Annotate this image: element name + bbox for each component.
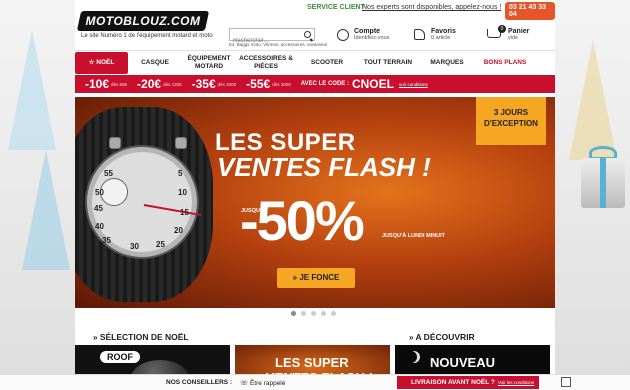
cart-link[interactable]: Panier vide xyxy=(508,28,529,41)
promo-code-label: AVEC LE CODE : xyxy=(300,81,349,87)
christmas-tree-decoration xyxy=(8,30,56,150)
promo-threshold: dès 200€ xyxy=(217,81,237,87)
section-decouvrir-label: A DÉCOUVRIR xyxy=(415,332,475,342)
section-title-decouvrir: » A DÉCOUVRIR xyxy=(409,332,475,342)
delivery-conditions-link[interactable]: Voir les conditions xyxy=(498,380,534,385)
nav-item-accessoires[interactable]: ACCESSOIRES & PIÈCES xyxy=(236,55,296,71)
advisors-label: NOS CONSEILLERS : xyxy=(166,379,233,386)
callback-link[interactable]: ☏ Être rappelé xyxy=(240,379,285,387)
external-link-icon[interactable] xyxy=(561,377,571,387)
stopwatch-hand xyxy=(143,204,202,217)
delivery-label: LIVRAISON AVANT NOËL ? xyxy=(411,379,495,386)
phone-number[interactable]: 03 21 43 33 04 xyxy=(505,2,555,20)
until-label: JUSQU'À LUNDI MINUIT xyxy=(382,233,446,239)
section-title-selection: » SÉLECTION DE NOËL xyxy=(93,332,189,342)
nav-item-casque[interactable]: CASQUE xyxy=(128,59,182,67)
carousel-dots xyxy=(291,311,336,316)
christmas-tree-decoration xyxy=(569,40,617,160)
dial-number: 20 xyxy=(174,226,183,235)
promo-amount: -10€ xyxy=(85,77,110,91)
nav-item-marques[interactable]: MARQUES xyxy=(418,59,476,67)
nav-item-tout-terrain[interactable]: TOUT TERRAIN xyxy=(358,59,418,67)
page: SERVICE CLIENT Nos experts sont disponib… xyxy=(75,0,555,390)
stopwatch-button-icon xyxy=(109,137,121,149)
cart-title: Panier xyxy=(508,28,530,35)
favorites-subtitle: 0 article xyxy=(431,35,451,41)
upto-label: JUSQU'À xyxy=(241,208,266,214)
nouveau-label: NOUVEAU xyxy=(430,355,496,370)
dial-number: 10 xyxy=(178,188,187,197)
stopwatch-subdial xyxy=(100,178,128,206)
carousel-dot[interactable] xyxy=(331,311,336,316)
promo-amount: -35€ xyxy=(191,77,216,91)
carousel-dot[interactable] xyxy=(311,311,316,316)
delivery-before-christmas-button[interactable]: LIVRAISON AVANT NOËL ? Voir les condition… xyxy=(397,376,539,389)
promo-threshold: dès 120€ xyxy=(163,81,182,87)
badge-line-2: D'EXCEPTION xyxy=(484,119,538,128)
promo-threshold: dès 60€ xyxy=(111,81,128,87)
favorites-link[interactable]: Favoris 0 article xyxy=(431,28,456,41)
account-link[interactable]: Compte Identifiez-vous xyxy=(354,28,389,41)
cart-count-badge: 0 xyxy=(498,25,506,33)
tagline: Le site Numéro 1 de l'équipement motard … xyxy=(81,33,213,39)
promo-code: CNOEL xyxy=(351,77,394,91)
service-client-link[interactable]: SERVICE CLIENT xyxy=(307,4,365,11)
dial-number: 50 xyxy=(95,188,104,197)
je-fonce-button[interactable]: » JE FONCE xyxy=(277,268,355,288)
dial-number: 55 xyxy=(104,169,113,178)
carousel-dot[interactable] xyxy=(321,311,326,316)
badge-line-1: 3 JOURS xyxy=(493,108,529,117)
main-nav: ☆ NOËL CASQUE ÉQUIPEMENT MOTARD ACCESSOI… xyxy=(75,50,555,74)
search-icon[interactable] xyxy=(304,31,311,38)
carousel-dot[interactable] xyxy=(301,311,306,316)
stopwatch-icon: 55 5 50 10 45 15 40 20 35 25 30 xyxy=(87,147,202,257)
left-background xyxy=(0,0,75,390)
chevron-right-icon: » xyxy=(93,333,98,342)
account-title: Compte xyxy=(354,28,381,35)
hero-banner[interactable]: 55 5 50 10 45 15 40 20 35 25 30 LES SUPE… xyxy=(75,97,555,308)
promo-conditions-link[interactable]: voir conditions xyxy=(399,82,428,87)
dial-number: 45 xyxy=(94,204,103,213)
user-icon[interactable] xyxy=(337,29,349,41)
dial-number: 5 xyxy=(178,169,183,178)
three-days-badge: 3 JOURS D'EXCEPTION xyxy=(476,97,546,145)
banner-subtitle: VENTES FLASH ! xyxy=(217,152,431,182)
callback-label: Être rappelé xyxy=(249,380,286,387)
dial-number: 35 xyxy=(102,236,111,245)
bottom-bar: NOS CONSEILLERS : ☏ Être rappelé LIVRAIS… xyxy=(0,374,630,390)
chevron-right-icon: » xyxy=(409,333,414,342)
search-box xyxy=(229,28,315,47)
roof-logo: ROOF xyxy=(100,351,140,363)
stopwatch-button-icon xyxy=(175,137,187,149)
cart-subtitle: vide xyxy=(508,35,519,41)
logo-text: MOTOBLOUZ.COM xyxy=(85,14,201,28)
christmas-tree-decoration xyxy=(22,150,70,270)
nav-item-noel[interactable]: ☆ NOËL xyxy=(75,51,128,74)
thumb-flash-title: LES SUPER xyxy=(275,355,349,370)
promo-strip[interactable]: -10€ dès 60€ -20€ dès 120€ -35€ dès 200€ -5… xyxy=(75,75,555,93)
dial-number: 30 xyxy=(130,242,139,251)
dial-number: 40 xyxy=(95,222,104,231)
nav-item-equipement[interactable]: ÉQUIPEMENT MOTARD xyxy=(182,55,236,71)
gift-box-decoration xyxy=(581,158,625,208)
experts-link[interactable]: Nos experts sont disponibles, appelez-no… xyxy=(362,4,501,11)
search-hint: Ex: Baggs moto, Vitrines, accessoires, v… xyxy=(229,42,328,47)
discount-percent: -50% xyxy=(240,189,365,252)
dial-number: 25 xyxy=(156,240,165,249)
moon-icon xyxy=(405,351,417,363)
promo-threshold: dès 300€ xyxy=(272,81,291,87)
nav-item-scooter[interactable]: SCOOTER xyxy=(296,59,358,67)
site-logo[interactable]: MOTOBLOUZ.COM xyxy=(76,11,210,31)
dial-number: 15 xyxy=(180,208,189,217)
phone-icon: ☏ xyxy=(240,380,249,387)
promo-amount: -55€ xyxy=(246,77,271,91)
section-selection-label: SÉLECTION DE NOËL xyxy=(99,332,189,342)
favorites-title: Favoris xyxy=(431,28,456,35)
nav-item-bons-plans[interactable]: BONS PLANS xyxy=(476,59,534,67)
thumbs-up-icon[interactable] xyxy=(414,29,425,40)
carousel-dot[interactable] xyxy=(291,311,296,316)
account-subtitle: Identifiez-vous xyxy=(354,35,390,41)
promo-amount: -20€ xyxy=(137,77,162,91)
